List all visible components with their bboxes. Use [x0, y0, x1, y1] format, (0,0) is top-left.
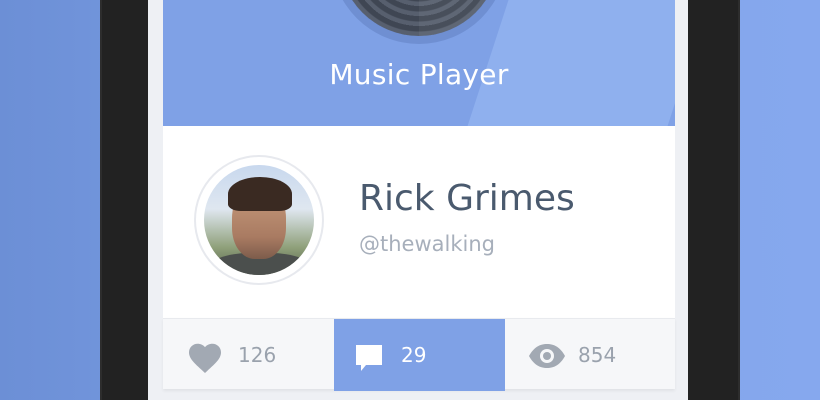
- profile-name: Rick Grimes: [359, 178, 575, 219]
- views-count: 854: [578, 343, 617, 367]
- likes-count: 126: [238, 343, 277, 367]
- comments-button[interactable]: 29: [334, 319, 505, 391]
- page-title: Music Player: [329, 58, 509, 91]
- views-button[interactable]: 854: [505, 319, 676, 391]
- avatar-hair: [228, 177, 292, 211]
- album-disc[interactable]: [331, 0, 507, 44]
- avatar[interactable]: [204, 165, 314, 275]
- avatar-ring[interactable]: [196, 157, 322, 283]
- comment-icon: [354, 343, 384, 377]
- eye-icon: [528, 343, 566, 373]
- profile-card: Rick Grimes @thewalking: [163, 126, 675, 318]
- profile-handle[interactable]: @thewalking: [359, 232, 495, 256]
- stats-bar: 126 29 854: [163, 318, 676, 391]
- comments-count: 29: [401, 343, 427, 367]
- heart-icon: [186, 341, 224, 377]
- likes-button[interactable]: 126: [163, 319, 334, 391]
- player-header: Music Player: [163, 0, 675, 126]
- disc-grooves: [339, 0, 499, 36]
